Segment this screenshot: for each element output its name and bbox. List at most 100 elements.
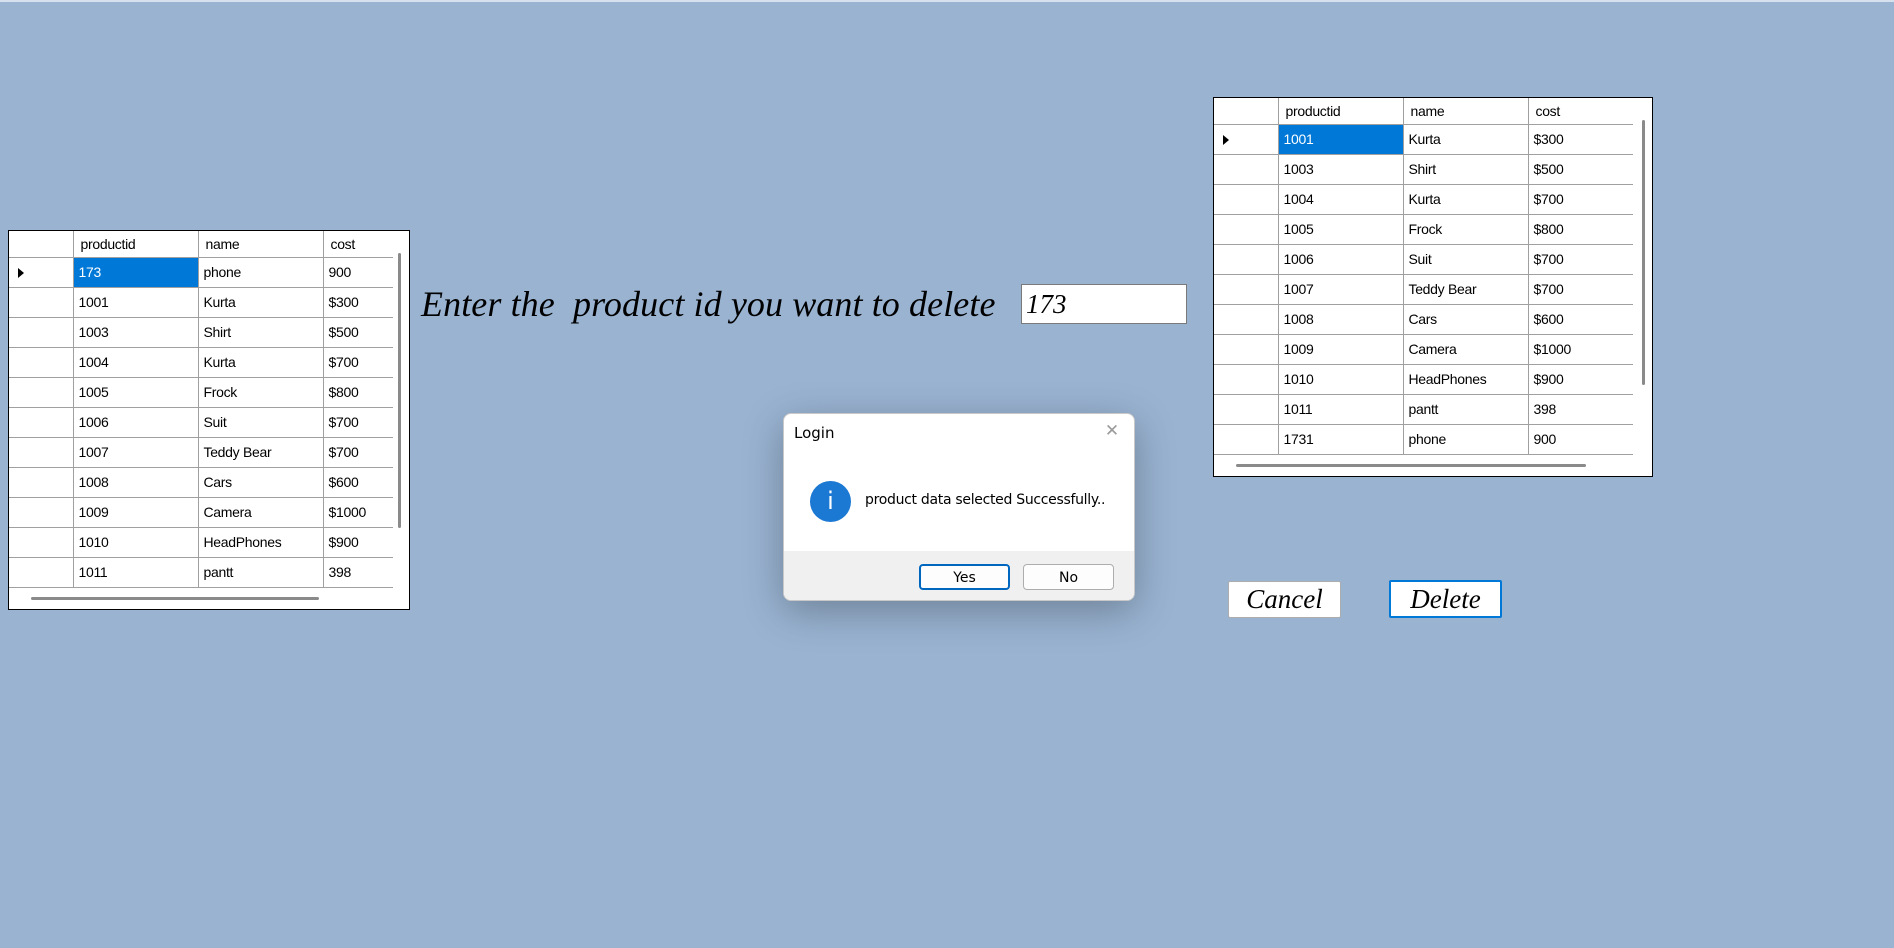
cell-cost[interactable]: $300	[1528, 124, 1633, 155]
table-row[interactable]: 1731 phone 900	[1214, 424, 1633, 455]
cell-cost[interactable]: $700	[1528, 244, 1633, 275]
row-header[interactable]	[9, 557, 74, 588]
cell-productid[interactable]: 1010	[73, 527, 199, 558]
row-header[interactable]	[1214, 184, 1279, 215]
row-header[interactable]	[1214, 334, 1279, 365]
row-header[interactable]	[9, 257, 74, 288]
cell-cost[interactable]: $700	[1528, 274, 1633, 305]
table-row[interactable]: 1008 Cars $600	[1214, 304, 1633, 335]
cell-productid[interactable]: 1008	[73, 467, 199, 498]
cell-productid[interactable]: 1010	[1278, 364, 1404, 395]
cell-name[interactable]: phone	[1403, 424, 1529, 455]
row-header[interactable]	[1214, 364, 1279, 395]
column-header-name[interactable]: name	[198, 231, 324, 258]
row-header[interactable]	[1214, 244, 1279, 275]
cell-name[interactable]: Kurta	[1403, 184, 1529, 215]
cell-name[interactable]: Teddy Bear	[198, 437, 324, 468]
row-header[interactable]	[1214, 304, 1279, 335]
cell-productid[interactable]: 1006	[1278, 244, 1404, 275]
horizontal-scrollbar[interactable]	[31, 597, 319, 600]
row-header[interactable]	[1214, 214, 1279, 245]
row-header[interactable]	[9, 407, 74, 438]
row-header[interactable]	[1214, 124, 1279, 155]
cell-productid[interactable]: 1003	[73, 317, 199, 348]
table-row[interactable]: 1011 pantt 398	[9, 557, 393, 588]
cell-productid[interactable]: 1001	[1278, 124, 1404, 155]
cell-cost[interactable]: $700	[323, 437, 393, 468]
row-header[interactable]	[9, 497, 74, 528]
column-header-productid[interactable]: productid	[73, 231, 199, 258]
table-row[interactable]: 1009 Camera $1000	[9, 497, 393, 528]
column-header-productid[interactable]: productid	[1278, 98, 1404, 125]
table-row[interactable]: 1005 Frock $800	[9, 377, 393, 408]
table-row[interactable]: 1011 pantt 398	[1214, 394, 1633, 425]
column-header-cost[interactable]: cost	[1528, 98, 1633, 125]
table-row[interactable]: 1004 Kurta $700	[1214, 184, 1633, 215]
cell-name[interactable]: Kurta	[198, 347, 324, 378]
cell-cost[interactable]: $800	[1528, 214, 1633, 245]
table-row[interactable]: 1003 Shirt $500	[1214, 154, 1633, 185]
row-header[interactable]	[9, 377, 74, 408]
cell-name[interactable]: Suit	[1403, 244, 1529, 275]
cell-name[interactable]: Cars	[1403, 304, 1529, 335]
row-header[interactable]	[1214, 394, 1279, 425]
table-row[interactable]: 1006 Suit $700	[9, 407, 393, 438]
cell-name[interactable]: Camera	[1403, 334, 1529, 365]
cell-cost[interactable]: $600	[323, 467, 393, 498]
table-row[interactable]: 1007 Teddy Bear $700	[1214, 274, 1633, 305]
column-header-name[interactable]: name	[1403, 98, 1529, 125]
close-icon[interactable]: ✕	[1102, 421, 1122, 441]
cell-cost[interactable]: $600	[1528, 304, 1633, 335]
cell-productid[interactable]: 1005	[73, 377, 199, 408]
cell-productid[interactable]: 1004	[1278, 184, 1404, 215]
table-row[interactable]: 1007 Teddy Bear $700	[9, 437, 393, 468]
row-header[interactable]	[9, 437, 74, 468]
row-header[interactable]	[9, 347, 74, 378]
no-button[interactable]: No	[1023, 564, 1114, 590]
product-grid-left[interactable]: productid name cost 173 phone 900 1001 Kurta…	[8, 230, 410, 610]
cell-productid[interactable]: 1008	[1278, 304, 1404, 335]
cell-cost[interactable]: $1000	[323, 497, 393, 528]
cell-productid[interactable]: 1731	[1278, 424, 1404, 455]
cell-cost[interactable]: $500	[1528, 154, 1633, 185]
cell-cost[interactable]: $900	[1528, 364, 1633, 395]
cell-productid[interactable]: 1001	[73, 287, 199, 318]
row-header[interactable]	[9, 527, 74, 558]
cell-name[interactable]: Camera	[198, 497, 324, 528]
cell-cost[interactable]: $900	[323, 527, 393, 558]
cell-cost[interactable]: 398	[1528, 394, 1633, 425]
cell-cost[interactable]: $300	[323, 287, 393, 318]
cell-cost[interactable]: $800	[323, 377, 393, 408]
table-row[interactable]: 1006 Suit $700	[1214, 244, 1633, 275]
cell-productid[interactable]: 1007	[1278, 274, 1404, 305]
table-row[interactable]: 1010 HeadPhones $900	[1214, 364, 1633, 395]
row-header[interactable]	[9, 467, 74, 498]
cell-name[interactable]: phone	[198, 257, 324, 288]
row-header[interactable]	[1214, 274, 1279, 305]
cell-productid[interactable]: 1006	[73, 407, 199, 438]
table-row[interactable]: 1009 Camera $1000	[1214, 334, 1633, 365]
delete-button[interactable]: Delete	[1389, 580, 1502, 618]
cell-name[interactable]: Kurta	[198, 287, 324, 318]
cell-cost[interactable]: 900	[1528, 424, 1633, 455]
table-row[interactable]: 1001 Kurta $300	[9, 287, 393, 318]
row-header[interactable]	[9, 287, 74, 318]
vertical-scrollbar[interactable]	[398, 253, 401, 528]
vertical-scrollbar[interactable]	[1642, 120, 1645, 385]
row-header[interactable]	[1214, 154, 1279, 185]
table-row[interactable]: 1008 Cars $600	[9, 467, 393, 498]
cancel-button[interactable]: Cancel	[1228, 581, 1341, 618]
product-id-input[interactable]	[1021, 284, 1187, 324]
cell-name[interactable]: Teddy Bear	[1403, 274, 1529, 305]
cell-name[interactable]: pantt	[198, 557, 324, 588]
cell-cost[interactable]: 900	[323, 257, 393, 288]
cell-productid[interactable]: 1011	[1278, 394, 1404, 425]
cell-name[interactable]: Cars	[198, 467, 324, 498]
cell-productid[interactable]: 173	[73, 257, 199, 288]
product-grid-right[interactable]: productid name cost 1001 Kurta $300 1003 Shi…	[1213, 97, 1653, 477]
table-row[interactable]: 1001 Kurta $300	[1214, 124, 1633, 155]
cell-name[interactable]: Suit	[198, 407, 324, 438]
row-header[interactable]	[1214, 424, 1279, 455]
cell-productid[interactable]: 1011	[73, 557, 199, 588]
cell-cost[interactable]: $500	[323, 317, 393, 348]
